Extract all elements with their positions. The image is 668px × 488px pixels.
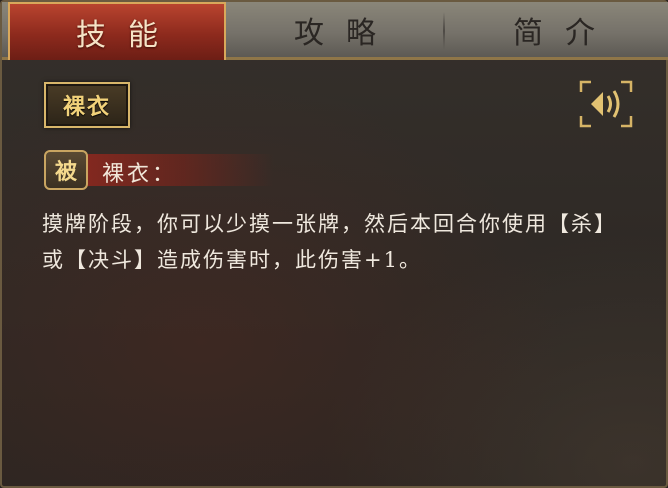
skill-panel: 技能 攻略 简介 裸衣 被 裸衣： 摸牌阶段，你可以少摸一张牌，然后本回合你使用… [0, 0, 668, 488]
tab-strategy[interactable]: 攻略 [226, 2, 444, 57]
skill-header: 被 裸衣： [44, 150, 274, 190]
tab-intro[interactable]: 简介 [444, 2, 664, 57]
skill-name: 裸衣： [102, 162, 178, 187]
skill-description: 摸牌阶段，你可以少摸一张牌，然后本回合你使用【杀】或【决斗】造成伤害时，此伤害+… [42, 212, 617, 272]
speaker-icon[interactable] [577, 78, 635, 130]
tab-bar: 技能 攻略 简介 [2, 2, 668, 60]
passive-skill-tag: 被 [44, 150, 88, 190]
skill-badge[interactable]: 裸衣 [44, 82, 130, 128]
tab-skills[interactable]: 技能 [8, 2, 226, 60]
